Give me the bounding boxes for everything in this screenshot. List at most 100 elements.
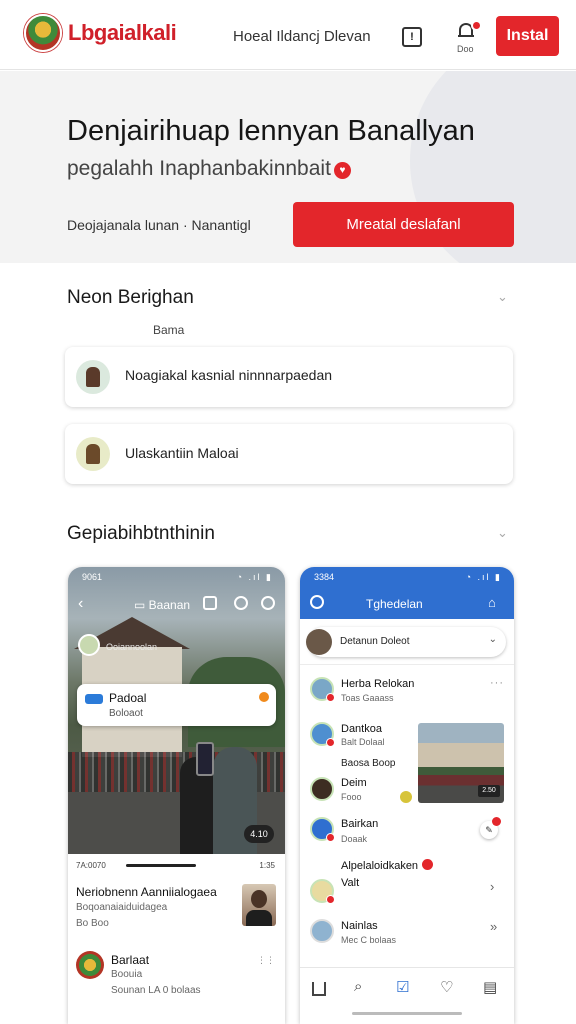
hero-title: Denjairihuap lennyan Banallyan xyxy=(67,115,475,147)
chevron-down-icon: ⌄ xyxy=(488,634,497,645)
back-arrow-icon[interactable]: ‹ xyxy=(78,595,83,613)
camera-icon[interactable] xyxy=(203,596,217,610)
item-title: Herba Relokan xyxy=(341,678,415,690)
item-title: Deim xyxy=(341,777,367,789)
status-dot-icon xyxy=(259,692,269,702)
hero-meta: Deojajanala lunan · Nanantigl xyxy=(67,217,251,233)
more-icon[interactable]: ⋮⋮ xyxy=(257,955,275,966)
notification-box-icon[interactable]: ! xyxy=(402,27,422,47)
section-title: Gepiabihbtnthinin xyxy=(67,523,215,544)
bottom-navigation: ⌕ ☑ ♡ ▤ xyxy=(300,967,514,1024)
chevron-down-icon[interactable]: ⌄ xyxy=(497,525,511,540)
install-button[interactable]: Instal xyxy=(496,16,559,56)
item-subtitle: Balt Dolaal xyxy=(341,737,385,747)
avatar xyxy=(310,919,334,943)
avatar xyxy=(306,629,332,655)
phone-screenshot-right: 3384 ◔ .ıl ▮ Tghedelan ⌂ Detanun Doleot … xyxy=(300,567,514,1024)
feed-title: Barlaat xyxy=(111,953,150,967)
account-selector[interactable]: Detanun Doleot ⌄ xyxy=(306,627,506,657)
home-icon[interactable]: ⌂ xyxy=(488,595,496,610)
bag-icon[interactable]: ▤ xyxy=(483,978,497,996)
feed-subtitle: Boqoanaiaiduidagea xyxy=(76,902,168,913)
cta-button[interactable]: Mreatal deslafanl xyxy=(293,202,514,247)
feed-meta: Sounan LA 0 bolaas xyxy=(111,985,201,996)
account-selector-text: Detanun Doleot xyxy=(340,636,410,647)
phone-screenshot-left: 9061 ◔ .ıl ▮ ‹ ▭ Baanan Ooiannoolan Pado… xyxy=(68,567,285,1024)
progress-time-right: 1:35 xyxy=(259,861,275,870)
section-subtitle: Bama xyxy=(153,323,185,337)
divider xyxy=(300,664,514,665)
item-title: Dantkoa xyxy=(341,723,382,735)
thumbnail[interactable] xyxy=(242,884,276,926)
list-item[interactable]: Neriobnenn Aanniialogaea Boqoanaiaiduida… xyxy=(68,879,285,941)
checkbox-icon[interactable]: ☑ xyxy=(396,978,409,996)
progress-time-left: 7A:0070 xyxy=(76,861,106,870)
popup-title: Padoal xyxy=(109,691,147,705)
list-card[interactable]: Noagiakal kasnial ninnnarpaedan xyxy=(65,347,513,407)
hero-banner: Denjairihuap lennyan Banallyan pegalahh … xyxy=(0,71,576,263)
top-navigation-bar: Lbgaialkali Hoeal Ildancj Dlevan ! Doo I… xyxy=(0,0,576,70)
avatar xyxy=(310,777,334,801)
notification-popup[interactable]: Padoal Boloaot xyxy=(77,684,276,726)
video-duration-badge: 4.10 xyxy=(244,825,274,843)
status-bar: 9061 ◔ .ıl ▮ xyxy=(68,567,285,589)
bell-label: Doo xyxy=(457,44,474,54)
more-icon[interactable]: ··· xyxy=(490,677,504,689)
item-subtitle: Toas Gaaass xyxy=(341,693,394,703)
avatar[interactable] xyxy=(76,951,104,979)
progress-track[interactable] xyxy=(126,864,196,867)
tag-icon xyxy=(85,694,103,704)
feed-subtitle: Boouia xyxy=(111,969,143,980)
nav-link[interactable]: Hoeal Ildancj Dlevan xyxy=(233,28,371,45)
chevron-right-icon[interactable]: › xyxy=(490,879,494,894)
avatar xyxy=(310,817,335,842)
notification-badge xyxy=(492,817,501,826)
item-title: Alpelaloidkaken xyxy=(341,859,434,872)
status-bar: 3384 ◔ .ıl ▮ xyxy=(300,567,514,589)
list-item[interactable]: Barlaat Boouia Sounan LA 0 bolaas ⋮⋮ xyxy=(68,945,285,1007)
heart-icon: ♥ xyxy=(333,162,351,179)
header-title: Tghedelan xyxy=(366,597,423,611)
section-title: Neon Berighan xyxy=(67,287,194,308)
chevron-down-icon[interactable]: ⌄ xyxy=(497,289,511,304)
item-title: Bairkan xyxy=(341,818,379,830)
search-icon[interactable]: ⌕ xyxy=(354,978,362,995)
card-label: Noagiakal kasnial ninnnarpaedan xyxy=(125,367,333,383)
toolbar-title-text: Baanan xyxy=(148,598,191,612)
status-icons: ◔ .ıl ▮ xyxy=(236,572,273,582)
avatar[interactable] xyxy=(78,634,100,656)
globe-icon[interactable] xyxy=(310,595,324,609)
post-photo[interactable]: 2.50 xyxy=(418,723,504,803)
chat-icon[interactable] xyxy=(261,596,275,610)
feed-meta: Bo Boo xyxy=(76,918,109,929)
person-icon xyxy=(76,437,110,471)
app-header: 3384 ◔ .ıl ▮ Tghedelan ⌂ xyxy=(300,567,514,619)
avatar xyxy=(310,677,335,702)
home-indicator xyxy=(352,1012,462,1015)
home-icon[interactable] xyxy=(312,982,326,996)
search-icon[interactable] xyxy=(234,596,248,610)
heart-icon xyxy=(422,859,434,870)
card-label: Ulaskantiin Maloai xyxy=(125,445,239,461)
item-title: Nainlas xyxy=(341,920,378,932)
item-subtitle: Doaak xyxy=(341,834,368,844)
person-icon xyxy=(76,360,110,394)
item-title: Baosa Boop xyxy=(341,758,396,769)
chevron-right-icon[interactable]: » xyxy=(490,919,497,934)
status-time: 3384 xyxy=(314,572,335,582)
item-title-text: Alpelaloidkaken xyxy=(341,860,419,872)
item-subtitle: Mec C bolaas xyxy=(341,935,397,945)
hero-subtitle-text: pegalahh Inaphanbakinnbait xyxy=(67,157,331,180)
status-time: 9061 xyxy=(82,572,103,582)
video-progress[interactable]: 7A:0070 1:35 xyxy=(68,858,285,874)
item-subtitle: Valt xyxy=(341,877,360,889)
list-card[interactable]: Ulaskantiin Maloai xyxy=(65,424,513,484)
video-toolbar: ‹ ▭ Baanan xyxy=(68,589,285,621)
brand-name[interactable]: Lbgaialkali xyxy=(68,20,177,46)
avatar xyxy=(310,722,335,747)
hero-subtitle: pegalahh Inaphanbakinnbait ♥ xyxy=(67,157,351,181)
brand-logo-icon[interactable] xyxy=(24,14,62,52)
overlay-caption: Ooiannoolan xyxy=(106,642,158,652)
feed-title: Neriobnenn Aanniialogaea xyxy=(76,885,217,899)
heart-outline-icon[interactable]: ♡ xyxy=(440,978,453,996)
